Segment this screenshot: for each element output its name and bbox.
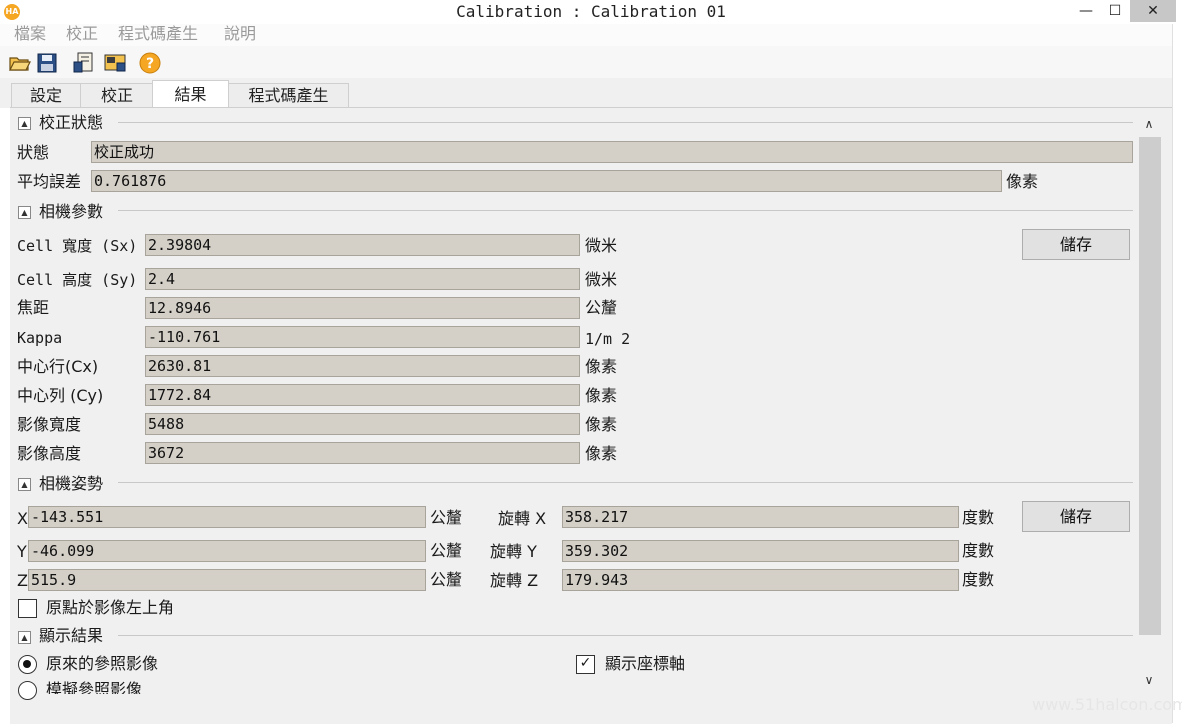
pose-z-label: Z <box>17 571 28 590</box>
load-parameters-icon[interactable] <box>72 51 96 75</box>
pose-x-field: -143.551 <box>28 506 426 528</box>
status-field: 校正成功 <box>91 141 1133 163</box>
image-height-field: 3672 <box>145 442 580 464</box>
rot-z-unit: 度數 <box>962 570 995 589</box>
tab-code-generation[interactable]: 程式碼產生 <box>228 83 349 108</box>
rot-x-unit: 度數 <box>962 508 995 527</box>
divider <box>118 482 1133 483</box>
rot-z-field: 179.943 <box>562 569 959 591</box>
show-axes-checkbox[interactable]: ✓ <box>576 655 595 674</box>
open-folder-icon[interactable] <box>8 51 32 75</box>
cell-height-unit: 微米 <box>585 270 618 289</box>
origin-top-left-checkbox[interactable] <box>18 599 37 618</box>
center-col-field: 2630.81 <box>145 355 580 377</box>
mean-error-unit: 像素 <box>1006 172 1039 191</box>
collapse-display-icon[interactable]: ▲ <box>18 631 31 644</box>
pose-z-field: 515.9 <box>28 569 426 591</box>
cell-width-unit: 微米 <box>585 236 618 255</box>
camera-image-icon[interactable] <box>103 51 127 75</box>
pose-z-unit: 公釐 <box>430 570 463 589</box>
center-row-field: 1772.84 <box>145 384 580 406</box>
image-width-label: 影像寬度 <box>17 415 82 434</box>
close-button[interactable]: ✕ <box>1130 0 1176 22</box>
rot-z-label: 旋轉 Z <box>490 571 539 590</box>
menu-file[interactable]: 檔案 <box>14 24 46 44</box>
pose-y-field: -46.099 <box>28 540 426 562</box>
tab-settings[interactable]: 設定 <box>11 83 81 108</box>
background-window-edge <box>1172 24 1182 723</box>
rot-x-field: 358.217 <box>562 506 959 528</box>
toolbar <box>0 46 1172 78</box>
simulated-reference-radio[interactable] <box>18 681 37 700</box>
kappa-field: -110.761 <box>145 326 580 348</box>
menu-code-generation[interactable]: 程式碼產生 <box>118 24 198 44</box>
cell-width-field: 2.39804 <box>145 234 580 256</box>
kappa-label: Kappa <box>17 329 63 347</box>
divider <box>118 635 1133 636</box>
collapse-status-icon[interactable]: ▲ <box>18 117 31 130</box>
cell-height-field: 2.4 <box>145 268 580 290</box>
scroll-up-icon[interactable]: ∧ <box>1137 112 1161 136</box>
center-col-unit: 像素 <box>585 357 618 376</box>
cell-height-label: Cell 高度 (Sy) <box>17 271 138 289</box>
rot-y-label: 旋轉 Y <box>490 542 537 561</box>
image-width-unit: 像素 <box>585 415 618 434</box>
menu-calibration[interactable]: 校正 <box>66 24 98 44</box>
focal-length-unit: 公釐 <box>585 298 618 317</box>
scrollbar-thumb[interactable] <box>1139 137 1161 635</box>
camera-pose-title: 相機姿勢 <box>39 474 104 493</box>
image-height-unit: 像素 <box>585 444 618 463</box>
window-title: Calibration : Calibration 01 <box>456 2 726 21</box>
watermark: www.51halcon.com <box>1032 695 1182 714</box>
menu-help[interactable]: 說明 <box>224 24 256 44</box>
original-reference-label: 原來的參照影像 <box>46 654 159 673</box>
center-row-unit: 像素 <box>585 386 618 405</box>
collapse-camera-params-icon[interactable]: ▲ <box>18 206 31 219</box>
kappa-unit: 1/m 2 <box>585 330 631 348</box>
save-camera-params-button[interactable]: 儲存 <box>1022 229 1130 260</box>
display-results-title: 顯示結果 <box>39 626 104 645</box>
collapse-camera-pose-icon[interactable]: ▲ <box>18 478 31 491</box>
center-col-label: 中心行(Cx) <box>17 357 99 376</box>
divider <box>118 210 1133 211</box>
focal-length-label: 焦距 <box>17 298 50 317</box>
image-width-field: 5488 <box>145 413 580 435</box>
focal-length-field: 12.8946 <box>145 297 580 319</box>
rot-y-field: 359.302 <box>562 540 959 562</box>
cell-width-label: Cell 寬度 (Sx) <box>17 237 138 255</box>
status-section-title: 校正狀態 <box>39 113 104 132</box>
tab-calibration[interactable]: 校正 <box>80 83 154 108</box>
help-icon[interactable]: ? <box>138 51 162 75</box>
simulated-reference-label: 模擬參照影像 <box>46 680 143 694</box>
svg-text:?: ? <box>146 56 154 72</box>
pose-y-label: Y <box>17 542 27 561</box>
origin-top-left-label: 原點於影像左上角 <box>46 598 175 617</box>
rot-y-unit: 度數 <box>962 541 995 560</box>
tab-results[interactable]: 結果 <box>152 80 229 109</box>
pose-x-unit: 公釐 <box>430 508 463 527</box>
image-height-label: 影像高度 <box>17 444 82 463</box>
scroll-down-icon[interactable]: ∨ <box>1137 668 1161 692</box>
status-label: 狀態 <box>17 143 50 162</box>
original-reference-radio[interactable] <box>18 655 37 674</box>
divider <box>118 122 1133 123</box>
rot-x-label: 旋轉 X <box>498 509 547 528</box>
center-row-label: 中心列 (Cy) <box>17 386 104 405</box>
show-axes-label: 顯示座標軸 <box>605 654 686 673</box>
save-disk-icon[interactable] <box>35 51 59 75</box>
camera-params-title: 相機參數 <box>39 202 104 221</box>
mean-error-field: 0.761876 <box>91 170 1002 192</box>
mean-error-label: 平均誤差 <box>17 172 82 191</box>
save-camera-pose-button[interactable]: 儲存 <box>1022 501 1130 532</box>
pose-y-unit: 公釐 <box>430 541 463 560</box>
pose-x-label: X <box>17 509 28 528</box>
